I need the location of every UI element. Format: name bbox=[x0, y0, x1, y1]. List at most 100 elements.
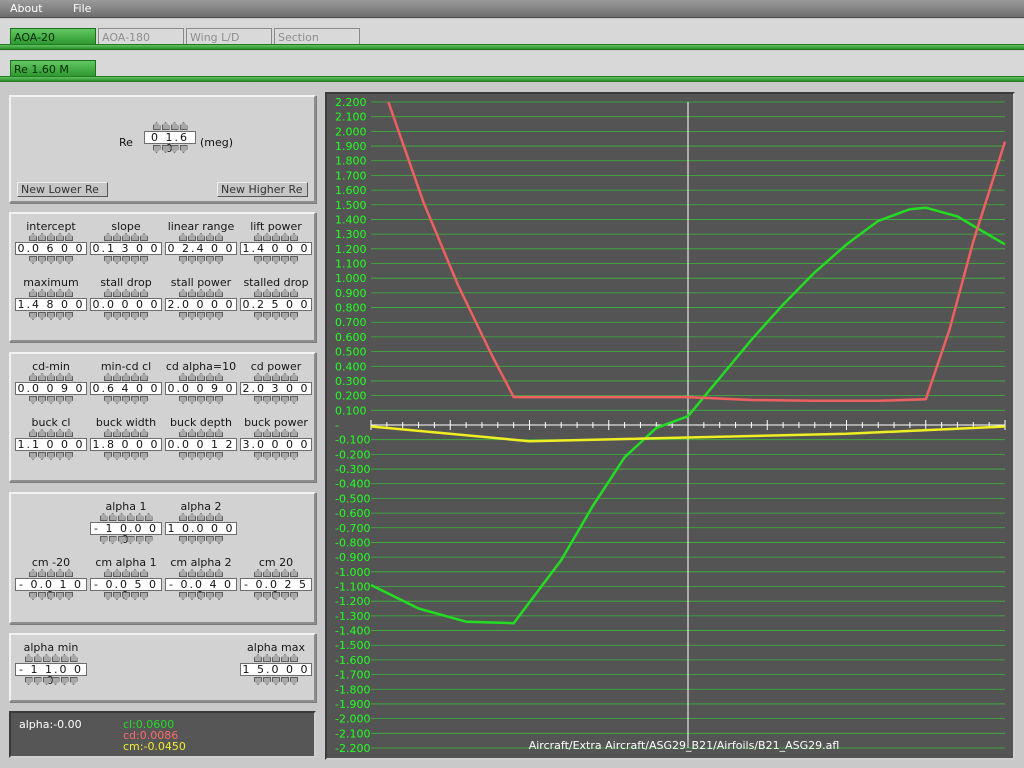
decrement-arrows[interactable] bbox=[163, 312, 239, 320]
increment-arrows[interactable] bbox=[13, 233, 89, 241]
subtab-re[interactable]: Re 1.60 M bbox=[10, 60, 96, 77]
decrement-arrows[interactable] bbox=[238, 592, 314, 600]
tab-wing-ld[interactable]: Wing L/D bbox=[186, 28, 272, 45]
increment-arrows[interactable] bbox=[13, 373, 89, 381]
re-value[interactable]: 0 1.6 0 bbox=[144, 131, 196, 154]
decrement-arrows[interactable] bbox=[13, 396, 89, 404]
param-field: linear range 0 2.4 0 0 bbox=[163, 220, 239, 264]
decrement-arrows[interactable] bbox=[163, 452, 239, 460]
increment-arrows[interactable] bbox=[163, 373, 239, 381]
param-value[interactable]: 0.0 0 9 0 bbox=[15, 382, 87, 395]
param-label: stall drop bbox=[100, 276, 152, 289]
increment-arrows[interactable] bbox=[238, 373, 314, 381]
tab-section[interactable]: Section bbox=[274, 28, 360, 45]
decrement-arrows[interactable] bbox=[88, 256, 164, 264]
decrement-arrows[interactable] bbox=[238, 396, 314, 404]
increment-arrows[interactable] bbox=[13, 289, 89, 297]
decrement-arrows[interactable] bbox=[163, 256, 239, 264]
increment-arrows[interactable] bbox=[163, 289, 239, 297]
param-value[interactable]: - 0.0 4 0 0 bbox=[165, 578, 237, 601]
decrement-arrows[interactable] bbox=[13, 452, 89, 460]
param-value[interactable]: 0.0 0 1 2 bbox=[165, 438, 237, 451]
param-value[interactable]: 3.0 0 0 0 bbox=[240, 438, 312, 451]
y-tick-label: -0.700 bbox=[335, 522, 370, 535]
increment-arrows[interactable] bbox=[163, 429, 239, 437]
tab-aoa-180[interactable]: AOA-180 bbox=[98, 28, 184, 45]
param-value[interactable]: 0 2.4 0 0 bbox=[165, 242, 237, 255]
param-label: min-cd cl bbox=[100, 360, 152, 373]
increment-arrows[interactable] bbox=[13, 569, 89, 577]
param-value[interactable]: - 0.0 1 0 0 bbox=[15, 578, 87, 601]
y-tick-label: 1.000 bbox=[335, 272, 367, 285]
decrement-arrows[interactable] bbox=[238, 677, 314, 685]
param-label: cd power bbox=[250, 360, 302, 373]
param-value[interactable]: 0.0 0 9 0 bbox=[165, 382, 237, 395]
increment-arrows[interactable] bbox=[88, 233, 164, 241]
param-value[interactable]: 1 0.0 0 0 bbox=[165, 522, 237, 535]
param-value[interactable]: 1 5.0 0 0 bbox=[240, 663, 312, 676]
param-value[interactable]: 1.4 0 0 0 bbox=[240, 242, 312, 255]
increment-arrows[interactable] bbox=[13, 429, 89, 437]
increment-arrows[interactable] bbox=[238, 429, 314, 437]
decrement-arrows[interactable] bbox=[163, 536, 239, 544]
param-field: alpha min - 1 1.0 0 0 bbox=[13, 641, 89, 686]
decrement-arrows[interactable] bbox=[13, 592, 89, 600]
y-tick-label: 2.100 bbox=[335, 111, 367, 124]
param-field: cd-min 0.0 0 9 0 bbox=[13, 360, 89, 404]
decrement-arrows[interactable] bbox=[88, 312, 164, 320]
param-value[interactable]: - 0.0 5 0 0 bbox=[90, 578, 162, 601]
decrement-arrows[interactable] bbox=[163, 396, 239, 404]
increment-arrows[interactable] bbox=[238, 289, 314, 297]
param-label: lift power bbox=[250, 220, 302, 233]
param-value[interactable]: 0.0 0 0 0 bbox=[90, 298, 162, 311]
increment-arrows[interactable] bbox=[88, 569, 164, 577]
increment-arrows[interactable] bbox=[163, 233, 239, 241]
decrement-arrows[interactable] bbox=[88, 592, 164, 600]
param-value[interactable]: 1.8 0 0 0 bbox=[90, 438, 162, 451]
increment-arrows[interactable] bbox=[88, 373, 164, 381]
menu-bar: About File bbox=[0, 0, 1024, 18]
param-value[interactable]: 1.4 8 0 0 bbox=[15, 298, 87, 311]
param-value[interactable]: - 0.0 2 5 0 bbox=[240, 578, 312, 601]
param-value[interactable]: - 1 0.0 0 0 bbox=[90, 522, 162, 545]
param-value[interactable]: 1.1 0 0 0 bbox=[15, 438, 87, 451]
param-value[interactable]: 0.6 4 0 0 bbox=[90, 382, 162, 395]
polar-plot[interactable]: 2.200 2.100 2.000 1.900 1.800 1.700 1.600 1.500… bbox=[325, 92, 1015, 760]
decrement-arrows[interactable] bbox=[88, 396, 164, 404]
y-tick-label: 0.100 bbox=[335, 404, 367, 417]
increment-arrows[interactable] bbox=[88, 289, 164, 297]
param-value[interactable]: 0.2 5 0 0 bbox=[240, 298, 312, 311]
y-tick-label: -2.200 bbox=[335, 742, 370, 755]
increment-arrows[interactable] bbox=[163, 569, 239, 577]
decrement-arrows[interactable] bbox=[238, 452, 314, 460]
decrement-arrows[interactable] bbox=[88, 452, 164, 460]
param-field: cm alpha 1 - 0.0 5 0 0 bbox=[88, 556, 164, 601]
new-lower-re-button[interactable]: New Lower Re bbox=[17, 182, 108, 197]
param-value[interactable]: 2.0 0 0 0 bbox=[165, 298, 237, 311]
param-field: cd alpha=10 0.0 0 9 0 bbox=[163, 360, 239, 404]
increment-arrows[interactable] bbox=[238, 569, 314, 577]
increment-arrows[interactable] bbox=[238, 233, 314, 241]
increment-arrows[interactable] bbox=[88, 429, 164, 437]
drag-panel: cd-min 0.0 0 9 0 min-cd cl 0.6 4 0 0 cd alph… bbox=[9, 352, 316, 482]
param-value[interactable]: - 1 1.0 0 0 bbox=[15, 663, 87, 686]
decrement-arrows[interactable] bbox=[13, 312, 89, 320]
menu-about[interactable]: About bbox=[10, 2, 43, 15]
new-higher-re-button[interactable]: New Higher Re bbox=[217, 182, 308, 197]
decrement-arrows[interactable] bbox=[238, 312, 314, 320]
decrement-arrows[interactable] bbox=[13, 256, 89, 264]
menu-file[interactable]: File bbox=[73, 2, 91, 15]
tab-aoa-20[interactable]: AOA-20 bbox=[10, 28, 96, 45]
increment-arrows[interactable] bbox=[238, 654, 314, 662]
y-tick-label: -0.900 bbox=[335, 551, 370, 564]
re-up-arrows[interactable] bbox=[148, 122, 192, 130]
increment-arrows[interactable] bbox=[13, 654, 89, 662]
param-value[interactable]: 2.0 3 0 0 bbox=[240, 382, 312, 395]
increment-arrows[interactable] bbox=[88, 513, 164, 521]
param-value[interactable]: 0.1 3 0 0 bbox=[90, 242, 162, 255]
param-value[interactable]: 0.0 6 0 0 bbox=[15, 242, 87, 255]
param-field: stall drop 0.0 0 0 0 bbox=[88, 276, 164, 320]
increment-arrows[interactable] bbox=[163, 513, 239, 521]
decrement-arrows[interactable] bbox=[238, 256, 314, 264]
decrement-arrows[interactable] bbox=[163, 592, 239, 600]
